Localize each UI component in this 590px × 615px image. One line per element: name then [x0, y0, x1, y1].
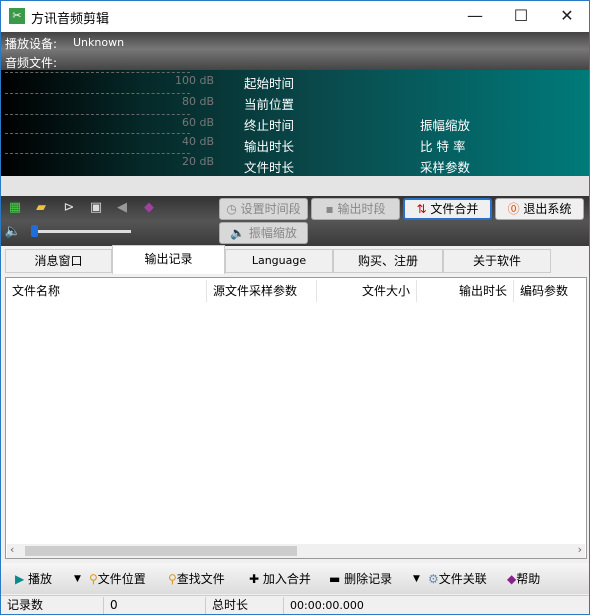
sample-params-label: 采样参数 — [420, 160, 471, 175]
db-label: 20 dB — [181, 155, 214, 168]
volume-slider-thumb[interactable] — [31, 225, 38, 237]
horizontal-scrollbar[interactable]: ‹ › — [7, 543, 585, 558]
db-label: 100 dB — [174, 74, 214, 87]
end-time-label: 终止时间 — [244, 118, 295, 133]
total-duration-value: 00:00:00.000 — [290, 599, 364, 612]
output-duration-label: 输出时长 — [244, 139, 295, 154]
column-header-output-duration[interactable]: 输出时长 — [417, 280, 514, 302]
plus-icon: ✚ — [249, 572, 263, 586]
tab-purchase[interactable]: 购买、注册 — [333, 249, 443, 273]
device-value: Unknown — [73, 36, 125, 49]
output-range-button[interactable]: ▪ 输出时段 — [311, 198, 400, 220]
tab-output-records[interactable]: 输出记录 — [112, 245, 225, 274]
toolbar: ▦ ▰ ⊳ ▣ ◀ ◆ 🔈 ◷ 设置时间段 ▪ 输出时段 ⇅ 文件合并 ⓪ 退出… — [1, 196, 589, 246]
grid-line — [5, 133, 190, 134]
info-panel: 播放设备: Unknown 音频文件: — [1, 32, 589, 70]
record-count-label: 记录数 — [1, 597, 104, 614]
total-duration-label: 总时长 — [206, 597, 284, 614]
delete-dropdown-icon[interactable]: ▼ — [413, 570, 420, 588]
current-position-label: 当前位置 — [244, 97, 295, 112]
book-icon: ◆ — [507, 572, 517, 586]
file-association-button[interactable]: ⚙文件关联 — [428, 570, 487, 588]
record-count-value: 0 — [104, 597, 206, 614]
tab-messages[interactable]: 消息窗口 — [5, 249, 112, 273]
device-label: 播放设备: — [5, 37, 58, 51]
db-label: 40 dB — [181, 135, 214, 148]
column-header-file-name[interactable]: 文件名称 — [6, 280, 207, 302]
stop-icon[interactable]: ▣ — [87, 199, 105, 217]
tab-about[interactable]: 关于软件 — [443, 249, 551, 273]
file-duration-label: 文件时长 — [244, 160, 295, 175]
play-dropdown-icon[interactable]: ▼ — [74, 570, 81, 588]
bottom-toolbar: ▶ 播放 ▼ ⚲文件位置 ⚲查找文件 ✚ 加入合并 ▬ 删除记录 ▼ ⚙文件关联… — [1, 563, 589, 594]
grid-line — [5, 114, 190, 115]
find-file-button[interactable]: ⚲查找文件 — [168, 570, 225, 588]
volume-slider[interactable] — [37, 230, 131, 233]
title-bar: ✂ 方讯音频剪辑 — ☐ ✕ — [1, 1, 589, 32]
db-label: 80 dB — [181, 95, 214, 108]
file-location-button[interactable]: ⚲文件位置 — [89, 570, 146, 588]
delete-record-button[interactable]: ▬ 删除记录 — [329, 570, 392, 588]
column-header-source-params[interactable]: 源文件采样参数 — [207, 280, 317, 302]
set-range-button[interactable]: ◷ 设置时间段 — [219, 198, 308, 220]
help-button[interactable]: ◆帮助 — [507, 570, 540, 588]
speaker-icon: 🔈 — [230, 226, 249, 240]
search-icon: ⚲ — [89, 572, 98, 586]
sound-card-icon[interactable]: ▦ — [6, 199, 24, 217]
merge-files-button[interactable]: ⇅ 文件合并 — [403, 198, 492, 220]
volume-icon: 🔈 — [4, 224, 22, 239]
amplitude-button[interactable]: 🔈 振幅缩放 — [219, 222, 308, 244]
book-icon[interactable]: ◆ — [140, 199, 158, 217]
column-header-encoding[interactable]: 编码参数 — [514, 280, 586, 302]
window-title: 方讯音频剪辑 — [31, 12, 110, 27]
save-icon: ▪ — [325, 202, 338, 216]
exit-button[interactable]: ⓪ 退出系统 — [495, 198, 584, 220]
play-button[interactable]: ▶ 播放 — [15, 570, 52, 588]
grid-line — [5, 93, 190, 94]
amplitude-label: 振幅缩放 — [420, 118, 471, 133]
add-merge-button[interactable]: ✚ 加入合并 — [249, 570, 311, 588]
gear-icon: ⚙ — [428, 572, 439, 586]
close-button[interactable]: ✕ — [552, 5, 582, 27]
status-bar: 记录数 0 总时长 00:00:00.000 — [1, 595, 589, 614]
exit-icon: ⓪ — [507, 202, 524, 216]
db-label: 60 dB — [181, 116, 214, 129]
scrollbar-thumb[interactable] — [25, 546, 297, 556]
scissors-icon: ✂ — [9, 8, 25, 24]
grid-line — [5, 72, 190, 73]
start-time-label: 起始时间 — [244, 76, 295, 91]
clock-icon: ◷ — [226, 202, 241, 216]
scroll-right-icon[interactable]: › — [578, 543, 582, 556]
play-icon: ▶ — [15, 572, 29, 586]
folder-open-icon[interactable]: ▰ — [32, 199, 50, 217]
minus-icon: ▬ — [329, 572, 345, 586]
level-meter-panel: 100 dB 80 dB 60 dB 40 dB 20 dB 起始时间 当前位置… — [1, 70, 589, 176]
speaker-icon[interactable]: ◀ — [113, 199, 131, 217]
merge-icon: ⇅ — [416, 202, 431, 216]
column-header-file-size[interactable]: 文件大小 — [317, 280, 417, 302]
file-label: 音频文件: — [5, 56, 58, 70]
maximize-button[interactable]: ☐ — [506, 5, 536, 27]
scroll-left-icon[interactable]: ‹ — [10, 543, 14, 556]
search-icon: ⚲ — [168, 572, 177, 586]
spacer — [1, 176, 589, 196]
minimize-button[interactable]: — — [460, 5, 490, 27]
tab-language[interactable]: Language — [225, 249, 333, 273]
output-records-list[interactable]: 文件名称 源文件采样参数 文件大小 输出时长 编码参数 ‹ › — [5, 277, 587, 559]
play-icon[interactable]: ⊳ — [60, 199, 78, 217]
bitrate-label: 比 特 率 — [420, 139, 466, 154]
grid-line — [5, 153, 190, 154]
